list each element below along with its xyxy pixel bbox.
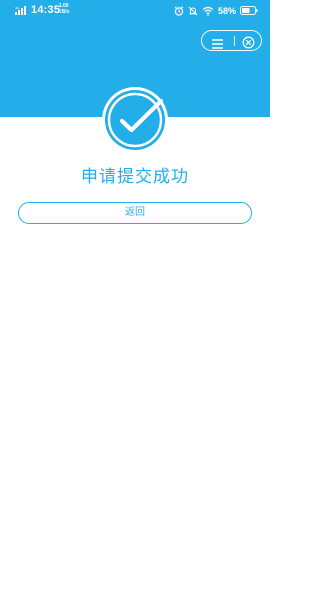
- status-bar: 4G 14:35 1.00 KB/s 58%: [0, 0, 270, 22]
- menu-icon[interactable]: [211, 35, 224, 49]
- alarm-icon: [174, 5, 184, 16]
- network-speed-unit: KB/s: [58, 8, 70, 15]
- success-title: 申请提交成功: [81, 167, 189, 187]
- back-button[interactable]: 返回: [18, 202, 252, 224]
- check-circle-icon: [101, 86, 169, 154]
- wifi-icon: [202, 6, 214, 16]
- battery-icon: [240, 6, 258, 15]
- status-time: 14:35: [31, 4, 61, 16]
- do-not-disturb-icon: [188, 6, 198, 16]
- signal-icon: 4G: [15, 6, 29, 15]
- status-icons: 58%: [174, 4, 258, 17]
- svg-text:4G: 4G: [15, 6, 20, 10]
- capsule-divider: [234, 36, 235, 46]
- capsule-menu: [201, 30, 262, 51]
- network-speed: 1.00 KB/s: [58, 3, 70, 15]
- app-screen: 4G 14:35 1.00 KB/s 58% 申请提交成功 返回: [0, 0, 270, 597]
- close-icon[interactable]: [242, 34, 255, 49]
- battery-percent: 58%: [217, 5, 236, 16]
